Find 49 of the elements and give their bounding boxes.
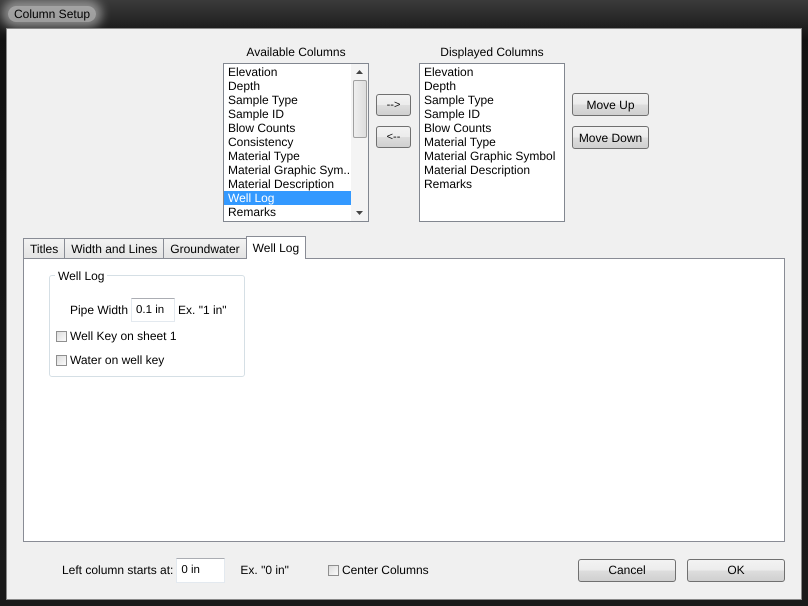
list-item[interactable]: Sample ID <box>224 107 351 121</box>
list-item[interactable]: Elevation <box>420 65 564 79</box>
dialog-button[interactable]: Cancel <box>578 558 676 582</box>
list-item[interactable]: Remarks <box>420 177 564 191</box>
list-item[interactable]: Sample Type <box>224 93 351 107</box>
move-button[interactable]: Move Up <box>572 93 649 116</box>
list-item[interactable]: Material Graphic Sym... <box>224 163 351 177</box>
list-item[interactable]: Material Graphic Symbol <box>420 149 564 163</box>
window-title: Column Setup <box>8 6 96 22</box>
scroll-thumb[interactable] <box>352 80 366 138</box>
tab[interactable]: Groundwater <box>163 238 247 258</box>
left-column-field[interactable]: 0 in <box>176 558 226 582</box>
available-columns-list[interactable]: Elevation Depth Sample Type Sample ID Blow Counts Consistency Material Type Material Graphic Sym... Material Description Well Log Remarks <box>223 63 369 222</box>
checkbox-label[interactable]: Water on well key <box>70 353 164 367</box>
list-heading: Displayed Columns <box>440 44 544 61</box>
tab[interactable]: Width and Lines <box>64 238 164 258</box>
list-item[interactable]: Material Description <box>420 163 564 177</box>
checkbox-label[interactable]: Well Key on sheet 1 <box>70 329 177 343</box>
list-item[interactable]: Elevation <box>224 65 351 79</box>
list-item[interactable]: Consistency <box>224 135 351 149</box>
pipe-width-field[interactable]: 0.1 in <box>131 298 176 322</box>
list-item[interactable]: Sample Type <box>420 93 564 107</box>
hint-text: Ex. "1 in" <box>178 303 227 317</box>
field-label: Pipe Width <box>70 303 128 317</box>
checkbox-label[interactable]: Center Columns <box>342 563 429 577</box>
list-item[interactable]: Depth <box>420 79 564 93</box>
transfer-button[interactable]: --> <box>376 94 411 116</box>
list-item[interactable]: Material Type <box>420 135 564 149</box>
list-heading: Available Columns <box>246 44 346 61</box>
checkbox[interactable] <box>56 354 67 366</box>
scrollbar[interactable] <box>351 64 368 221</box>
list-item[interactable]: Material Description <box>224 177 351 191</box>
tab[interactable]: Well Log <box>246 236 306 259</box>
transfer-button[interactable]: <-- <box>376 126 411 148</box>
hint-text: Ex. "0 in" <box>240 563 289 577</box>
list-item[interactable]: Blow Counts <box>420 121 564 135</box>
displayed-columns-list[interactable]: Elevation Depth Sample Type Sample ID Blow Counts Material Type Material Graphic Symbol Material Description Remarks <box>419 63 565 222</box>
checkbox[interactable] <box>56 330 67 342</box>
list-item[interactable]: Sample ID <box>420 107 564 121</box>
tab[interactable]: Titles <box>23 238 66 258</box>
list-item[interactable]: Depth <box>224 79 351 93</box>
list-item[interactable]: Blow Counts <box>224 121 351 135</box>
list-item[interactable]: Material Type <box>224 149 351 163</box>
move-button[interactable]: Move Down <box>572 126 649 149</box>
list-item[interactable]: Remarks <box>224 205 351 219</box>
checkbox[interactable] <box>328 564 339 576</box>
dialog-button[interactable]: OK <box>687 558 785 582</box>
field-label: Left column starts at: <box>62 563 174 577</box>
group-title: Well Log <box>55 269 108 283</box>
